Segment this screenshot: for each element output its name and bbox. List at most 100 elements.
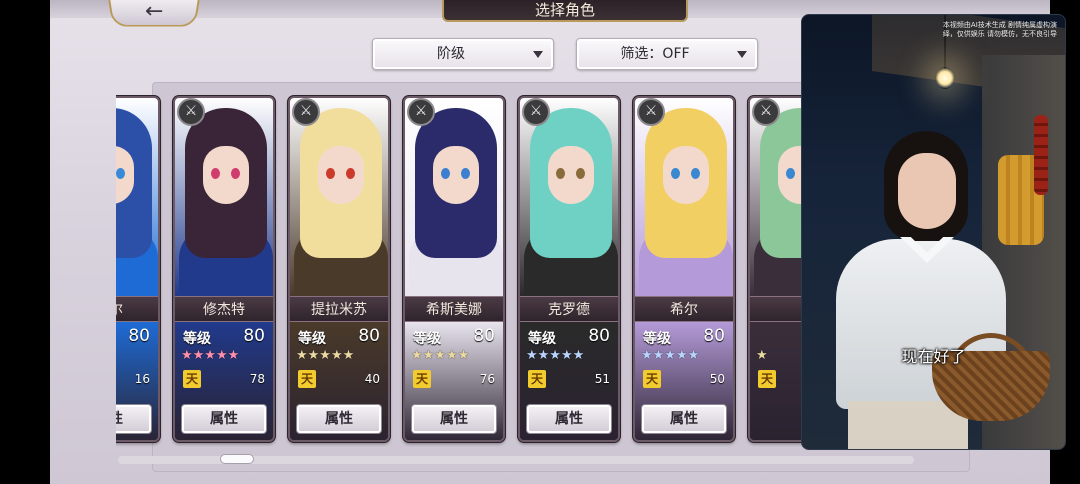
portrait-eye [671,168,680,179]
character-info: 等级 80 ★★★★★ 天 76 属性 [405,322,503,440]
horizontal-scrollbar-thumb[interactable] [220,454,254,464]
level-label: 等级 [413,331,441,347]
video-overlay: 本视频由AI技术生成 剧情纯属虚构演绎，仅供娱乐 请勿模仿，无不良引导 现在好了 [801,14,1066,450]
attribute-button[interactable]: 属性 [641,404,727,434]
rank-sort-dropdown[interactable]: 阶级 [372,38,554,70]
character-portrait [116,98,158,298]
unit-count: 50 [709,372,725,386]
star-rating: ★★★★★ [181,348,240,363]
rank-tian-icon: 天 [298,370,316,388]
unit-count: 40 [364,372,380,386]
level-label: 等级 [643,331,671,347]
level-value: 80 [588,326,610,346]
character-name: 希尔 [635,296,733,322]
level-label: 等级 [183,331,211,347]
character-portrait [290,98,388,298]
back-arrow-icon: ← [144,0,164,23]
portrait-face [203,146,249,204]
weapon-type-icon: ⚔ [407,98,435,126]
portrait-face [663,146,709,204]
portrait-eye [786,168,795,179]
video-subtitle: 现在好了 [901,347,966,366]
portrait-eye [116,168,125,179]
weapon-type-icon: ⚔ [522,98,550,126]
character-info: 等级80★★天16属性 [116,322,158,440]
light-bulb-icon [936,67,954,89]
character-card[interactable]: ⚔ 希斯美娜等级 80 ★★★★★ 天 76 属性 [403,96,505,442]
portrait-eye [441,168,450,179]
level-value: 80 [473,326,495,346]
character-info: 等级 80 ★★★★★ 天 40 属性 [290,322,388,440]
level-label: 等级 [298,331,326,347]
filter-label: 筛选：OFF [620,46,690,62]
filter-dropdown[interactable]: 筛选：OFF [576,38,758,70]
character-portrait [635,98,733,298]
star-rating: ★★★★★ [641,348,700,363]
character-portrait [175,98,273,298]
portrait-eye [346,168,355,179]
level-label: 等级 [528,331,556,347]
attribute-button[interactable]: 属性 [411,404,497,434]
star-rating: ★★★★★ [296,348,355,363]
attribute-button[interactable]: 属性 [296,404,382,434]
unit-count: 76 [479,372,495,386]
level-value: 80 [703,326,725,346]
portrait-eye [691,168,700,179]
character-info: 等级 80 ★★★★★ 天 50 属性 [635,322,733,440]
weapon-type-icon: ⚔ [637,98,665,126]
portrait-eye [326,168,335,179]
character-info: 等级 80 ★★★★★ 天 51 属性 [520,322,618,440]
character-card[interactable]: ⚔ 修杰特等级 80 ★★★★★ 天 78 属性 [173,96,275,442]
rank-tian-icon: 天 [183,370,201,388]
attribute-button[interactable]: 属性 [116,404,152,434]
character-name: 修杰特 [175,296,273,322]
portrait-eye [231,168,240,179]
character-card[interactable]: ⚔雷尔等级80★★天16属性 [116,96,160,442]
character-card[interactable]: ⚔ 希尔等级 80 ★★★★★ 天 50 属性 [633,96,735,442]
rank-tian-icon: 天 [758,370,776,388]
portrait-face [318,146,364,204]
unit-count: 78 [249,372,265,386]
rank-sort-label: 阶级 [437,46,465,62]
portrait-face [548,146,594,204]
level-value: 80 [243,326,265,346]
character-name: 雷尔 [116,296,158,322]
chevron-down-icon [533,51,543,58]
level-value: 80 [128,326,150,346]
attribute-button[interactable]: 属性 [526,404,612,434]
portrait-eye [576,168,585,179]
portrait-eye [211,168,220,179]
character-name: 克罗德 [520,296,618,322]
rank-tian-icon: 天 [413,370,431,388]
star-rating: ★★★★★ [526,348,585,363]
weapon-type-icon: ⚔ [752,98,780,126]
character-info: 等级 80 ★★★★★ 天 78 属性 [175,322,273,440]
woman-face [898,153,956,229]
weapon-type-icon: ⚔ [177,98,205,126]
unit-count: 51 [594,372,610,386]
portrait-face [433,146,479,204]
portrait-eye [556,168,565,179]
page-title: 选择角色 [442,0,688,22]
hanging-chili [1034,115,1048,195]
portrait-eye [461,168,470,179]
unit-count: 16 [134,372,150,386]
character-card[interactable]: ⚔ 克罗德等级 80 ★★★★★ 天 51 属性 [518,96,620,442]
character-name: 希斯美娜 [405,296,503,322]
character-portrait [405,98,503,298]
attribute-button[interactable]: 属性 [181,404,267,434]
star-rating: ★ [756,348,768,363]
character-name: 提拉米苏 [290,296,388,322]
rank-tian-icon: 天 [528,370,546,388]
ai-generated-notice: 本视频由AI技术生成 剧情纯属虚构演绎，仅供娱乐 请勿模仿，无不良引导 [942,21,1057,38]
character-portrait [520,98,618,298]
weapon-type-icon: ⚔ [292,98,320,126]
game-screen: ← 选择角色 阶级 筛选：OFF ⚔雷尔等级80★★天16属性⚔修杰特等级80★… [0,0,1080,484]
level-value: 80 [358,326,380,346]
chevron-down-icon [737,51,747,58]
back-button[interactable]: ← [107,0,201,27]
rank-tian-icon: 天 [643,370,661,388]
star-rating: ★★★★★ [411,348,470,363]
character-card[interactable]: ⚔ 提拉米苏等级 80 ★★★★★ 天 40 属性 [288,96,390,442]
character-card-list[interactable]: ⚔雷尔等级80★★天16属性⚔修杰特等级80★★★★★天78属性⚔提拉米苏等级8… [116,90,826,452]
